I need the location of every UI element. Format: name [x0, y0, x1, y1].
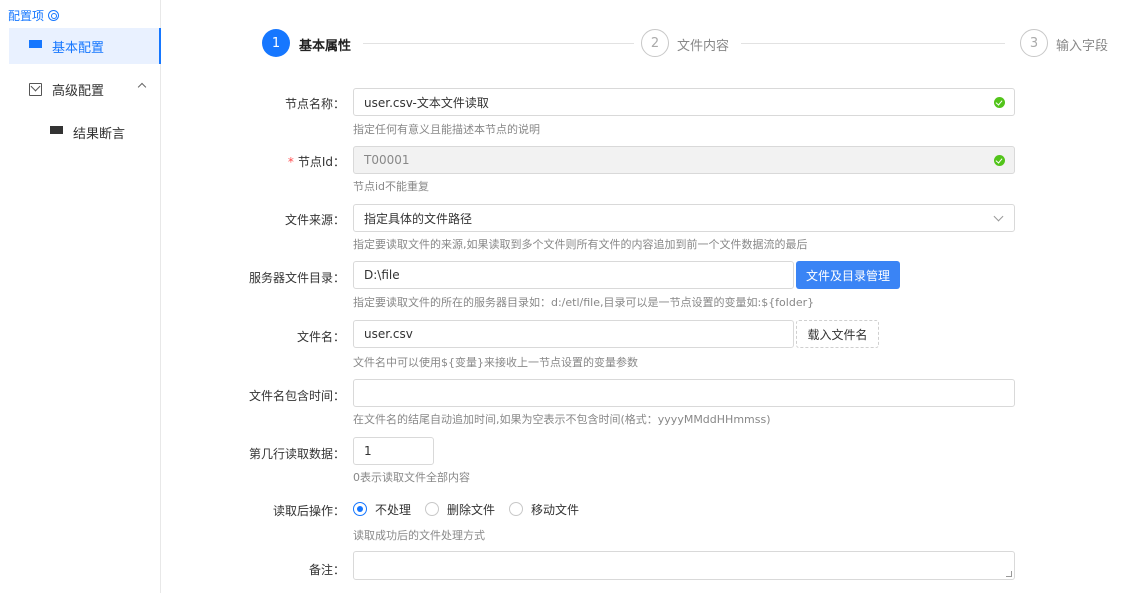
- after-read-radio-group: 不处理 删除文件 移动文件: [353, 500, 593, 518]
- node-id-help: 节点id不能重复: [353, 180, 430, 193]
- grid-icon: [29, 39, 42, 53]
- step-divider: [741, 43, 1005, 44]
- server-dir-label: 服务器文件目录：: [248, 271, 345, 285]
- step-2-circle[interactable]: 2: [641, 29, 669, 57]
- radio-delete-file[interactable]: 删除文件: [425, 501, 495, 518]
- load-file-name-button[interactable]: 载入文件名: [796, 320, 879, 348]
- node-name-help: 指定任何有意义且能描述本节点的说明: [353, 123, 540, 136]
- file-time-label: 文件名包含时间：: [248, 389, 345, 403]
- start-row-label: 第几行读取数据：: [248, 447, 345, 461]
- radio-dot[interactable]: [425, 502, 440, 516]
- node-id-label: * 节点Id：: [0, 153, 345, 170]
- node-id-label-text: 节点Id：: [297, 155, 345, 169]
- required-mark: *: [287, 155, 294, 169]
- radio-dot[interactable]: [353, 502, 367, 516]
- sidebar-item-result-assert[interactable]: 结果断言: [30, 114, 160, 150]
- remark-label: 备注：: [308, 563, 345, 577]
- sidebar-item-label: 基本配置: [52, 40, 105, 56]
- grid-icon: [50, 125, 63, 139]
- file-source-value: 指定具体的文件路径: [364, 211, 473, 226]
- node-name-label: 节点名称：: [284, 97, 345, 111]
- node-name-value: user.csv-文本文件读取: [364, 95, 489, 110]
- check-circle-icon: [994, 155, 1005, 166]
- sidebar-title-label: 配置项: [8, 9, 45, 23]
- sidebar-item-basic-config[interactable]: 基本配置: [9, 28, 161, 64]
- remark-textarea[interactable]: [353, 551, 1015, 580]
- file-name-input[interactable]: user.csv: [353, 320, 794, 348]
- start-row-help: 0表示读取文件全部内容: [353, 471, 470, 484]
- sidebar-title: 配置项: [8, 7, 60, 24]
- file-name-label: 文件名：: [296, 330, 345, 344]
- start-row-value: 1: [364, 444, 372, 458]
- step-1-circle[interactable]: 1: [262, 29, 290, 57]
- chevron-down-icon: [993, 211, 1004, 222]
- file-time-help: 在文件名的结尾自动追加时间,如果为空表示不包含时间(格式：yyyyMMddHHm…: [353, 413, 771, 426]
- radio-dot[interactable]: [509, 502, 524, 516]
- settings-icon[interactable]: [48, 10, 60, 21]
- file-time-input[interactable]: [353, 379, 1015, 407]
- file-source-select[interactable]: 指定具体的文件路径: [353, 204, 1015, 232]
- radio-move-file[interactable]: 移动文件: [509, 501, 579, 518]
- radio-label: 不处理: [375, 502, 412, 517]
- start-row-input[interactable]: 1: [353, 437, 434, 465]
- file-name-help: 文件名中可以使用${变量}来接收上一节点设置的变量参数: [353, 356, 638, 369]
- chevron-up-icon[interactable]: [137, 82, 147, 92]
- steps-bar: 1 基本属性 2 文件内容 3 输入字段: [262, 29, 1112, 59]
- step-divider: [363, 43, 634, 44]
- step-3-circle[interactable]: 3: [1020, 29, 1048, 57]
- cube-icon: [29, 82, 42, 96]
- server-dir-help: 指定要读取文件的所在的服务器目录如：d:/etl/file,目录可以是一节点设置…: [353, 296, 815, 309]
- file-source-label: 文件来源：: [284, 213, 345, 227]
- node-name-input[interactable]: user.csv-文本文件读取: [353, 88, 1015, 116]
- server-dir-value: D:\file: [364, 268, 400, 282]
- step-3-label[interactable]: 输入字段: [1056, 35, 1108, 54]
- after-read-label: 读取后操作：: [272, 504, 345, 518]
- step-1-label[interactable]: 基本属性: [299, 35, 351, 54]
- file-dir-manage-button[interactable]: 文件及目录管理: [796, 261, 900, 289]
- step-2-label[interactable]: 文件内容: [677, 35, 729, 54]
- after-read-help: 读取成功后的文件处理方式: [353, 529, 485, 542]
- radio-no-process[interactable]: 不处理: [353, 501, 411, 518]
- sidebar-item-label: 结果断言: [73, 126, 126, 142]
- node-id-input[interactable]: T00001: [353, 146, 1015, 174]
- check-circle-icon: [994, 97, 1005, 108]
- radio-label: 删除文件: [447, 502, 496, 517]
- server-dir-input[interactable]: D:\file: [353, 261, 794, 289]
- file-source-help: 指定要读取文件的来源,如果读取到多个文件则所有文件的内容追加到前一个文件数据流的…: [353, 238, 808, 251]
- resize-handle-icon[interactable]: [1006, 571, 1012, 577]
- radio-label: 移动文件: [531, 502, 580, 517]
- node-id-value: T00001: [364, 153, 410, 167]
- file-name-value: user.csv: [364, 327, 413, 341]
